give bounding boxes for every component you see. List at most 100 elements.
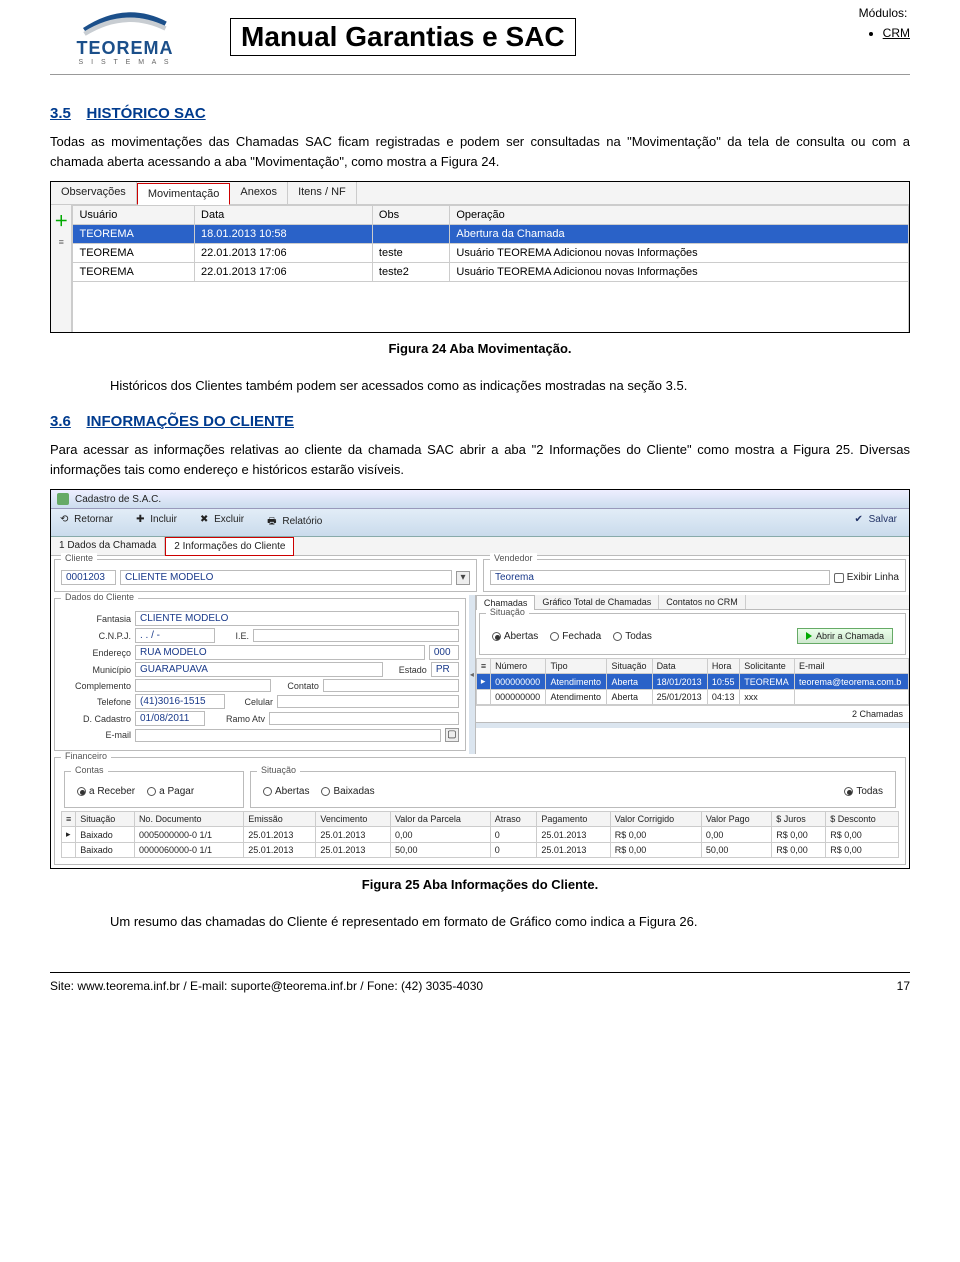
fig24-grid: Usuário Data Obs Operação TEOREMA 18.01.… bbox=[72, 205, 909, 332]
telefone-input[interactable]: (41)3016-1515 bbox=[135, 694, 225, 709]
scrollbar[interactable] bbox=[476, 722, 909, 728]
cnpj-input[interactable]: . . / - bbox=[135, 628, 215, 643]
right-subtabs: Chamadas Gráfico Total de Chamadas Conta… bbox=[476, 595, 909, 610]
endereco-num-input[interactable]: 000 bbox=[429, 645, 459, 660]
figure-24-screenshot: Observações Movimentação Anexos Itens / … bbox=[50, 181, 910, 333]
logo-text: TEOREMA bbox=[77, 38, 174, 59]
mid-para: Históricos dos Clientes também podem ser… bbox=[110, 376, 910, 396]
endereco-input[interactable]: RUA MODELO bbox=[135, 645, 425, 660]
financeiro-grid: ≡ Situação No. Documento Emissão Vencime… bbox=[61, 811, 899, 858]
window-icon bbox=[57, 493, 69, 505]
col-data[interactable]: Data bbox=[195, 206, 373, 225]
radio-fin-abertas[interactable]: Abertas bbox=[263, 786, 309, 797]
estado-input[interactable]: PR bbox=[431, 662, 459, 677]
section-3-5-para: Todas as movimentações das Chamadas SAC … bbox=[50, 132, 910, 171]
modules-block: Módulos: CRM bbox=[859, 6, 910, 40]
tab-itens-nf[interactable]: Itens / NF bbox=[288, 182, 357, 204]
cliente-label: Cliente bbox=[61, 553, 97, 563]
dropdown-icon[interactable]: ▾ bbox=[456, 571, 470, 585]
fig25-toolbar: ⟲ Retornar ✚ Incluir ✖ Excluir 🖶 Relatór… bbox=[51, 509, 909, 537]
fig24-sidebar: ＋ ≡ bbox=[51, 205, 72, 332]
financeiro-group: Financeiro Contas a Receber a Pagar Situ… bbox=[54, 757, 906, 865]
section-3-5-head: 3.5 HISTÓRICO SAC bbox=[50, 105, 910, 122]
fig25-titlebar: Cadastro de S.A.C. bbox=[51, 490, 909, 509]
celular-input[interactable] bbox=[277, 695, 459, 708]
tab-grafico[interactable]: Gráfico Total de Chamadas bbox=[535, 595, 659, 609]
radio-fin-todas[interactable]: Todas bbox=[844, 786, 883, 797]
municipio-input[interactable]: GUARAPUAVA bbox=[135, 662, 383, 677]
table-row[interactable]: Baixado 0000060000-0 1/1 25.01.2013 25.0… bbox=[62, 843, 899, 858]
table-row[interactable]: TEOREMA 22.01.2013 17:06 teste2 Usuário … bbox=[73, 263, 909, 282]
vendedor-label: Vendedor bbox=[490, 553, 537, 563]
excluir-button[interactable]: ✖ Excluir bbox=[197, 512, 250, 533]
tab-contatos-crm[interactable]: Contatos no CRM bbox=[659, 595, 746, 609]
play-icon bbox=[806, 632, 812, 640]
doc-header: TEOREMA S I S T E M A S Manual Garantias… bbox=[50, 0, 910, 75]
relatorio-button[interactable]: 🖶 Relatório bbox=[264, 512, 328, 533]
radio-fechada[interactable]: Fechada bbox=[550, 631, 601, 642]
incluir-button[interactable]: ✚ Incluir bbox=[133, 512, 183, 533]
vendedor-group: Vendedor Teorema Exibir Linha bbox=[483, 559, 906, 592]
ramo-input[interactable] bbox=[269, 712, 459, 725]
figure-25-screenshot: Cadastro de S.A.C. ⟲ Retornar ✚ Incluir … bbox=[50, 489, 910, 869]
row-marker-icon: ≡ bbox=[59, 237, 64, 247]
section-3-6-num: 3.6 bbox=[50, 413, 71, 430]
table-row[interactable]: TEOREMA 18.01.2013 10:58 Abertura da Cha… bbox=[73, 225, 909, 244]
fig25-main-tabs: 1 Dados da Chamada 2 Informações do Clie… bbox=[51, 537, 909, 556]
col-obs[interactable]: Obs bbox=[372, 206, 449, 225]
end-para: Um resumo das chamadas do Cliente é repr… bbox=[110, 912, 910, 932]
add-icon[interactable]: ＋ bbox=[54, 211, 68, 231]
col-operacao[interactable]: Operação bbox=[450, 206, 909, 225]
logo-subtext: S I S T E M A S bbox=[79, 59, 172, 66]
tab-info-cliente[interactable]: 2 Informações do Cliente bbox=[165, 537, 294, 556]
exibir-linha-checkbox[interactable]: Exibir Linha bbox=[834, 572, 899, 583]
contato-input[interactable] bbox=[323, 679, 459, 692]
figure-24-caption: Figura 24 Aba Movimentação. bbox=[50, 341, 910, 356]
col-usuario[interactable]: Usuário bbox=[73, 206, 195, 225]
cliente-code[interactable]: 0001203 bbox=[61, 570, 116, 585]
window-title: Cadastro de S.A.C. bbox=[75, 494, 161, 505]
table-row[interactable]: 000000000 Atendimento Aberta 25/01/2013 … bbox=[476, 690, 908, 705]
right-panel: Chamadas Gráfico Total de Chamadas Conta… bbox=[475, 595, 909, 754]
page-number: 17 bbox=[897, 979, 910, 993]
contas-group: Contas a Receber a Pagar bbox=[64, 771, 244, 808]
checkbox-icon bbox=[834, 573, 844, 583]
dados-cliente-group: Dados do Cliente FantasiaCLIENTE MODELO … bbox=[54, 598, 466, 751]
fantasia-input[interactable]: CLIENTE MODELO bbox=[135, 611, 459, 626]
doc-title: Manual Garantias e SAC bbox=[230, 18, 576, 56]
section-3-5-num: 3.5 bbox=[50, 105, 71, 122]
email-input[interactable] bbox=[135, 729, 441, 742]
radio-a-receber[interactable]: a Receber bbox=[77, 786, 135, 797]
abrir-chamada-button[interactable]: Abrir a Chamada bbox=[797, 628, 893, 644]
dcadastro-input[interactable]: 01/08/2011 bbox=[135, 711, 205, 726]
table-row[interactable]: ▸ 000000000 Atendimento Aberta 18/01/201… bbox=[476, 674, 908, 690]
dados-cliente-title: Dados do Cliente bbox=[61, 592, 138, 602]
radio-todas[interactable]: Todas bbox=[613, 631, 652, 642]
section-3-6-title: INFORMAÇÕES DO CLIENTE bbox=[86, 413, 294, 430]
logo: TEOREMA S I S T E M A S bbox=[50, 10, 200, 66]
radio-fin-baixadas[interactable]: Baixadas bbox=[321, 786, 374, 797]
tab-movimentacao[interactable]: Movimentação bbox=[137, 183, 231, 205]
section-3-6-head: 3.6 INFORMAÇÕES DO CLIENTE bbox=[50, 413, 910, 430]
cliente-group: Cliente 0001203 CLIENTE MODELO ▾ bbox=[54, 559, 477, 592]
cliente-name[interactable]: CLIENTE MODELO bbox=[120, 570, 452, 585]
table-row[interactable]: TEOREMA 22.01.2013 17:06 teste Usuário T… bbox=[73, 244, 909, 263]
fin-situacao-group: Situação Abertas Baixadas Todas bbox=[250, 771, 896, 808]
chamadas-grid: ≡ Número Tipo Situação Data Hora Solicit… bbox=[476, 658, 909, 705]
tab-observacoes[interactable]: Observações bbox=[51, 182, 137, 204]
radio-a-pagar[interactable]: a Pagar bbox=[147, 786, 194, 797]
radio-abertas[interactable]: Abertas bbox=[492, 631, 538, 642]
vendedor-value[interactable]: Teorema bbox=[490, 570, 830, 585]
email-lookup-icon[interactable]: ▢ bbox=[445, 728, 459, 742]
situacao-group: Situação Abertas Fechada Todas Abrir a C… bbox=[479, 613, 906, 655]
complemento-input[interactable] bbox=[135, 679, 271, 692]
retornar-button[interactable]: ⟲ Retornar bbox=[57, 512, 119, 533]
ie-input[interactable] bbox=[253, 629, 459, 642]
section-3-5-title: HISTÓRICO SAC bbox=[86, 105, 205, 122]
modules-label: Módulos: bbox=[859, 6, 910, 20]
tab-anexos[interactable]: Anexos bbox=[230, 182, 288, 204]
doc-footer: Site: www.teorema.inf.br / E-mail: supor… bbox=[50, 972, 910, 993]
table-row[interactable]: ▸ Baixado 0005000000-0 1/1 25.01.2013 25… bbox=[62, 827, 899, 843]
salvar-button[interactable]: ✔ Salvar bbox=[851, 512, 903, 533]
footer-contact: Site: www.teorema.inf.br / E-mail: supor… bbox=[50, 979, 483, 993]
